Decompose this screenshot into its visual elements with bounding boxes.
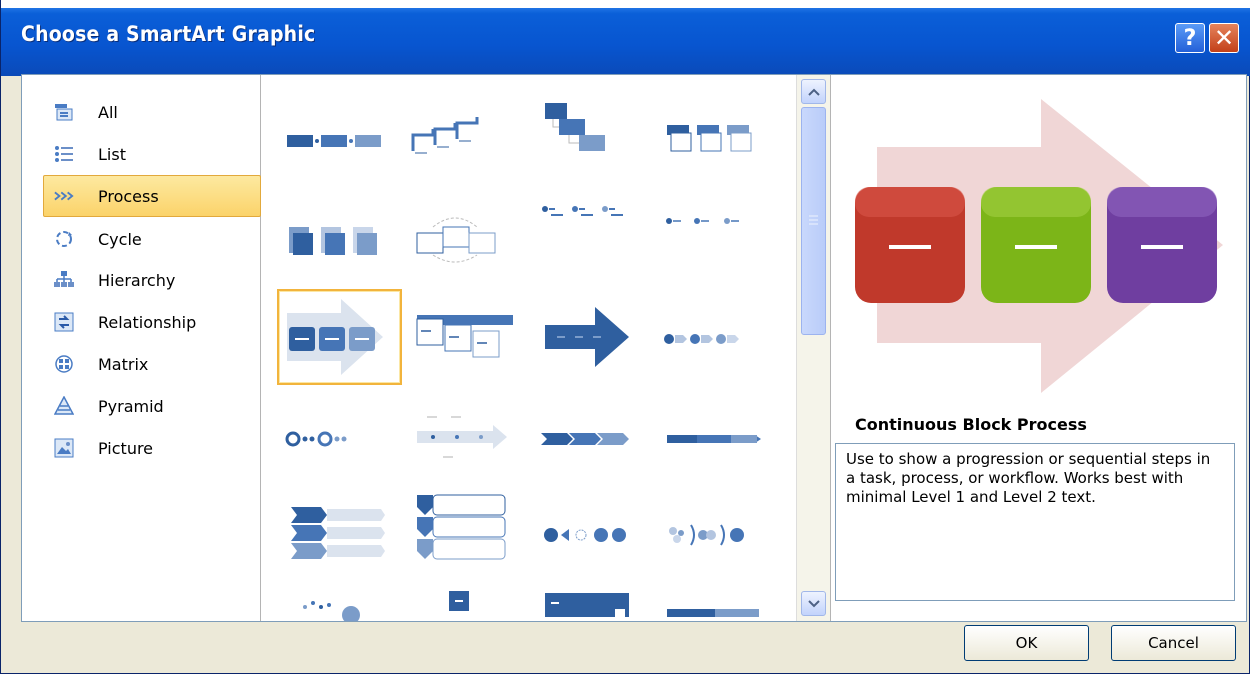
- hierarchy-icon: [54, 270, 74, 290]
- category-cycle[interactable]: Cycle: [44, 220, 262, 258]
- category-relationship-label: Relationship: [98, 312, 197, 332]
- preview-diagram: [855, 99, 1223, 393]
- layout-thumbnail[interactable]: [529, 93, 654, 189]
- category-matrix-label: Matrix: [98, 354, 149, 374]
- help-button[interactable]: ?: [1175, 23, 1205, 53]
- layout-thumbnail[interactable]: [403, 391, 528, 487]
- scroll-up-button[interactable]: [801, 79, 826, 104]
- layout-thumbnail[interactable]: [529, 289, 654, 385]
- layout-thumbnail[interactable]: [655, 487, 780, 583]
- cancel-button[interactable]: Cancel: [1111, 625, 1236, 661]
- category-matrix[interactable]: Matrix: [44, 345, 262, 383]
- scroll-down-button[interactable]: [801, 591, 826, 616]
- layout-thumbnail[interactable]: [277, 391, 402, 487]
- gallery-scrollbar[interactable]: [796, 75, 831, 621]
- ok-button[interactable]: OK: [964, 625, 1089, 661]
- layout-name: Continuous Block Process: [855, 415, 1087, 434]
- close-button[interactable]: ✕: [1209, 23, 1239, 53]
- category-all[interactable]: All: [44, 93, 262, 131]
- layout-thumbnail[interactable]: [529, 193, 654, 289]
- layout-gallery: [261, 75, 795, 621]
- layout-thumbnail[interactable]: [277, 487, 402, 583]
- category-picture[interactable]: Picture: [44, 429, 262, 467]
- chevron-up-icon: [807, 88, 820, 96]
- layout-thumbnail[interactable]: [655, 289, 780, 385]
- pyramid-icon: [54, 396, 74, 416]
- dialog-title: Choose a SmartArt Graphic: [21, 22, 316, 46]
- layout-thumbnail[interactable]: [529, 587, 654, 621]
- relationship-icon: [54, 312, 74, 332]
- category-process[interactable]: Process: [43, 175, 261, 217]
- layout-thumbnail[interactable]: [655, 587, 780, 621]
- layout-thumbnail[interactable]: [277, 93, 402, 189]
- layout-thumbnail[interactable]: [277, 587, 402, 621]
- layout-thumbnail[interactable]: [403, 193, 528, 289]
- scroll-thumb[interactable]: [801, 107, 826, 335]
- layout-description: Use to show a progression or sequential …: [835, 443, 1235, 601]
- category-list: All List Process Cycle Hierarchy Relatio…: [22, 75, 261, 621]
- category-picture-label: Picture: [98, 438, 154, 458]
- category-all-label: All: [98, 102, 118, 122]
- title-bar-top-edge: [1, 0, 1250, 8]
- process-icon: [54, 186, 74, 206]
- all-icon: [54, 102, 74, 122]
- preview-pane: Continuous Block Process Use to show a p…: [830, 75, 1247, 621]
- layout-thumbnail[interactable]: [277, 193, 402, 289]
- category-pyramid[interactable]: Pyramid: [44, 387, 262, 425]
- dialog-body: All List Process Cycle Hierarchy Relatio…: [21, 74, 1247, 622]
- category-relationship[interactable]: Relationship: [44, 303, 262, 341]
- layout-thumbnail[interactable]: [655, 93, 780, 189]
- title-bar[interactable]: Choose a SmartArt Graphic ? ✕: [1, 0, 1250, 76]
- layout-thumbnail[interactable]: [655, 391, 780, 487]
- layout-thumbnail-selected[interactable]: [277, 289, 402, 385]
- layout-thumbnail[interactable]: [529, 487, 654, 583]
- layout-thumbnail[interactable]: [403, 587, 528, 621]
- category-hierarchy[interactable]: Hierarchy: [44, 261, 262, 299]
- layout-thumbnail[interactable]: [403, 487, 528, 583]
- category-process-label: Process: [98, 186, 159, 206]
- list-icon: [54, 144, 74, 164]
- smartart-dialog: Choose a SmartArt Graphic ? ✕ All List P…: [0, 0, 1250, 674]
- layout-thumbnail[interactable]: [403, 289, 528, 385]
- picture-icon: [54, 438, 74, 458]
- layout-thumbnail[interactable]: [529, 391, 654, 487]
- matrix-icon: [54, 354, 74, 374]
- chevron-down-icon: [807, 599, 820, 607]
- category-list-label: List: [98, 144, 126, 164]
- category-hierarchy-label: Hierarchy: [98, 270, 176, 290]
- category-list-item[interactable]: List: [44, 135, 262, 173]
- layout-thumbnail[interactable]: [403, 93, 528, 189]
- layout-thumbnail[interactable]: [655, 193, 780, 289]
- cycle-icon: [54, 229, 74, 249]
- category-pyramid-label: Pyramid: [98, 396, 164, 416]
- category-cycle-label: Cycle: [98, 229, 142, 249]
